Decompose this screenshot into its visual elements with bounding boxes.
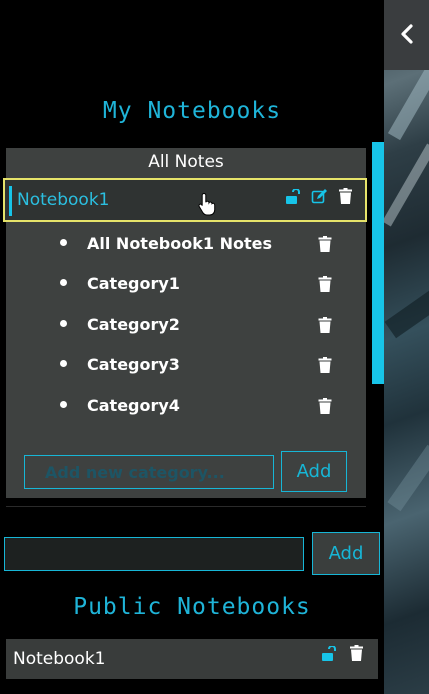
add-category-button[interactable]: Add xyxy=(281,451,347,492)
unlock-icon[interactable] xyxy=(284,188,302,206)
public-notebook-label: Notebook1 xyxy=(13,649,106,669)
divider xyxy=(6,506,366,507)
selection-accent xyxy=(9,186,12,216)
public-notebook-item[interactable]: Notebook1 xyxy=(6,639,378,679)
trash-icon[interactable] xyxy=(318,357,332,373)
hand-cursor-icon xyxy=(198,192,216,216)
bullet-icon xyxy=(60,360,67,367)
trash-icon[interactable] xyxy=(318,398,332,414)
my-notebooks-title: My Notebooks xyxy=(102,98,282,124)
notebook-item[interactable]: Notebook1 xyxy=(3,178,367,222)
public-notebooks-title: Public Notebooks xyxy=(73,594,311,620)
bullet-icon xyxy=(60,239,67,246)
list-scrollbar[interactable] xyxy=(372,142,384,384)
category-item[interactable]: Category3 xyxy=(60,352,180,378)
trash-icon[interactable] xyxy=(318,236,332,252)
edit-icon[interactable] xyxy=(310,187,328,205)
bullet-icon xyxy=(60,401,67,408)
category-item[interactable]: Category1 xyxy=(60,271,180,297)
add-notebook-button[interactable]: Add xyxy=(312,532,380,575)
background-image xyxy=(384,0,429,694)
notebook-label: Notebook1 xyxy=(17,190,110,210)
unlock-icon[interactable] xyxy=(320,645,338,663)
trash-icon[interactable] xyxy=(318,276,332,292)
category-item[interactable]: Category4 xyxy=(60,393,180,419)
all-notes-item[interactable]: All Notes xyxy=(6,149,366,175)
category-item[interactable]: Category2 xyxy=(60,312,180,338)
bullet-icon xyxy=(60,279,67,286)
trash-icon[interactable] xyxy=(337,187,353,205)
category-item[interactable]: All Notebook1 Notes xyxy=(60,231,272,257)
chevron-left-icon[interactable] xyxy=(384,14,429,54)
add-category-input[interactable] xyxy=(24,455,274,489)
bullet-icon xyxy=(60,320,67,327)
new-notebook-input[interactable] xyxy=(4,537,304,571)
notebooks-sidebar: My Notebooks All Notes Notebook1 All Not… xyxy=(0,0,384,694)
trash-icon[interactable] xyxy=(348,644,364,662)
trash-icon[interactable] xyxy=(318,317,332,333)
